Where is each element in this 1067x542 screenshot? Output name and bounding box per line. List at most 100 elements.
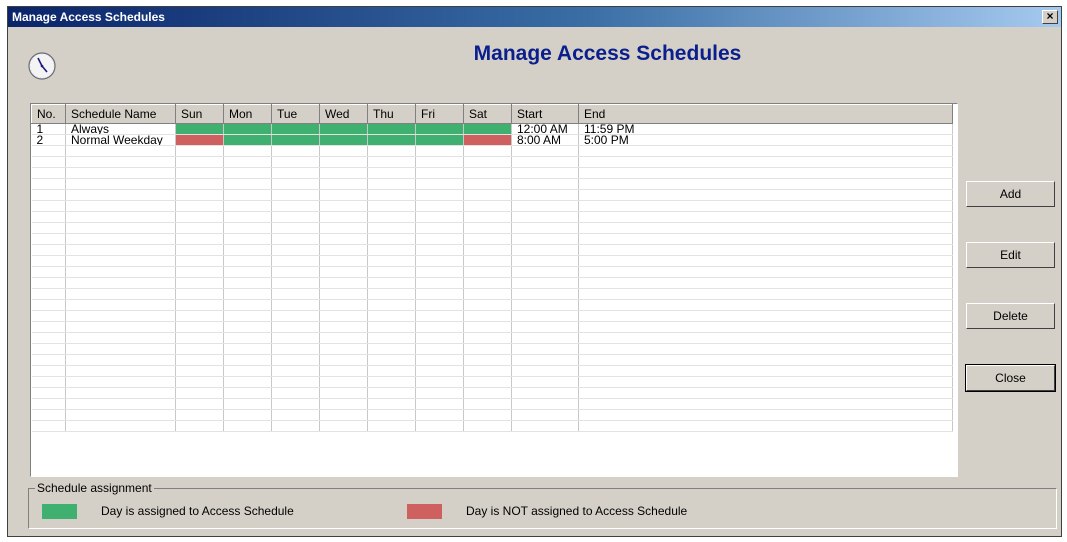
empty-row [31, 244, 953, 256]
grid-cell [578, 145, 953, 157]
grid-cell [415, 387, 464, 399]
grid-cell [65, 233, 176, 245]
edit-button[interactable]: Edit [966, 242, 1055, 268]
grid-cell [463, 354, 512, 366]
empty-row [31, 277, 953, 289]
grid-cell [367, 277, 416, 289]
grid-cell [271, 288, 320, 300]
grid-cell [175, 222, 224, 234]
empty-row [31, 211, 953, 223]
column-header[interactable]: Start [511, 104, 579, 124]
empty-row [31, 222, 953, 234]
grid-cell [463, 255, 512, 267]
grid-cell [31, 299, 66, 311]
grid-cell [578, 189, 953, 201]
grid-cell [223, 233, 272, 245]
grid-cell [223, 255, 272, 267]
grid-cell [271, 365, 320, 377]
grid-cell [367, 387, 416, 399]
grid-cell [319, 233, 368, 245]
grid-cell [175, 178, 224, 190]
grid-cell [367, 156, 416, 168]
grid-cell [463, 244, 512, 256]
column-header[interactable]: Sat [463, 104, 512, 124]
grid-cell [319, 387, 368, 399]
grid-cell [175, 156, 224, 168]
grid-cell [578, 420, 953, 432]
grid-cell [175, 277, 224, 289]
add-button[interactable]: Add [966, 181, 1055, 207]
grid-cell [223, 376, 272, 388]
grid-cell [31, 200, 66, 212]
column-header[interactable]: Fri [415, 104, 464, 124]
grid-cell [65, 266, 176, 278]
grid-cell [223, 167, 272, 179]
grid-cell [463, 211, 512, 223]
column-header[interactable]: Mon [223, 104, 272, 124]
grid-cell [271, 233, 320, 245]
grid-cell [415, 321, 464, 333]
day-not-assigned-cell [175, 134, 224, 146]
grid-cell [319, 288, 368, 300]
close-button[interactable]: Close [965, 364, 1056, 392]
column-header[interactable]: End [578, 104, 953, 124]
grid-cell [367, 255, 416, 267]
grid-cell [31, 420, 66, 432]
delete-button[interactable]: Delete [966, 303, 1055, 329]
grid-cell [271, 200, 320, 212]
window-close-button[interactable]: × [1042, 10, 1058, 24]
grid-cell [31, 387, 66, 399]
grid-cell [223, 156, 272, 168]
grid-cell [223, 277, 272, 289]
legend-title: Schedule assignment [35, 481, 154, 495]
grid-cell [223, 332, 272, 344]
grid-cell [463, 167, 512, 179]
empty-row [31, 167, 953, 179]
column-header[interactable]: No. [31, 104, 66, 124]
grid-cell [367, 365, 416, 377]
grid-cell [223, 211, 272, 223]
grid-cell [511, 178, 579, 190]
column-header[interactable]: Schedule Name [65, 104, 176, 124]
column-header[interactable]: Thu [367, 104, 416, 124]
grid-cell [65, 244, 176, 256]
grid-cell [367, 398, 416, 410]
grid-cell [175, 365, 224, 377]
grid-cell [511, 156, 579, 168]
grid-cell [65, 420, 176, 432]
empty-row [31, 332, 953, 344]
grid-cell [367, 288, 416, 300]
table-row[interactable]: 1 Always 12:00 AM 11:59 PM [31, 123, 953, 135]
grid-cell [223, 387, 272, 399]
grid-cell [65, 167, 176, 179]
grid-cell [415, 178, 464, 190]
column-header[interactable]: Wed [319, 104, 368, 124]
grid-cell [511, 420, 579, 432]
grid-cell [578, 409, 953, 421]
grid-cell: 11:59 PM [578, 123, 953, 135]
grid-cell [175, 321, 224, 333]
grid-cell [271, 310, 320, 322]
column-header[interactable]: Sun [175, 104, 224, 124]
grid-cell [511, 200, 579, 212]
table-row[interactable]: 2 Normal Weekday 8:00 AM 5:00 PM [31, 134, 953, 146]
grid-cell [415, 211, 464, 223]
empty-row [31, 156, 953, 168]
grid-cell [65, 255, 176, 267]
day-assigned-cell [271, 134, 320, 146]
grid-cell [31, 310, 66, 322]
grid-cell [31, 189, 66, 201]
schedules-grid[interactable]: No. Schedule Name Sun Mon Tue Wed Thu Fri Sat Sta… [30, 103, 958, 477]
column-header[interactable]: Tue [271, 104, 320, 124]
grid-cell [463, 189, 512, 201]
grid-cell [511, 409, 579, 421]
grid-cell [65, 299, 176, 311]
grid-cell [31, 277, 66, 289]
grid-cell [463, 387, 512, 399]
grid-cell [31, 409, 66, 421]
grid-cell [511, 376, 579, 388]
grid-cell [271, 178, 320, 190]
title-bar: Manage Access Schedules × [8, 7, 1061, 27]
grid-cell [223, 310, 272, 322]
grid-cell [463, 288, 512, 300]
